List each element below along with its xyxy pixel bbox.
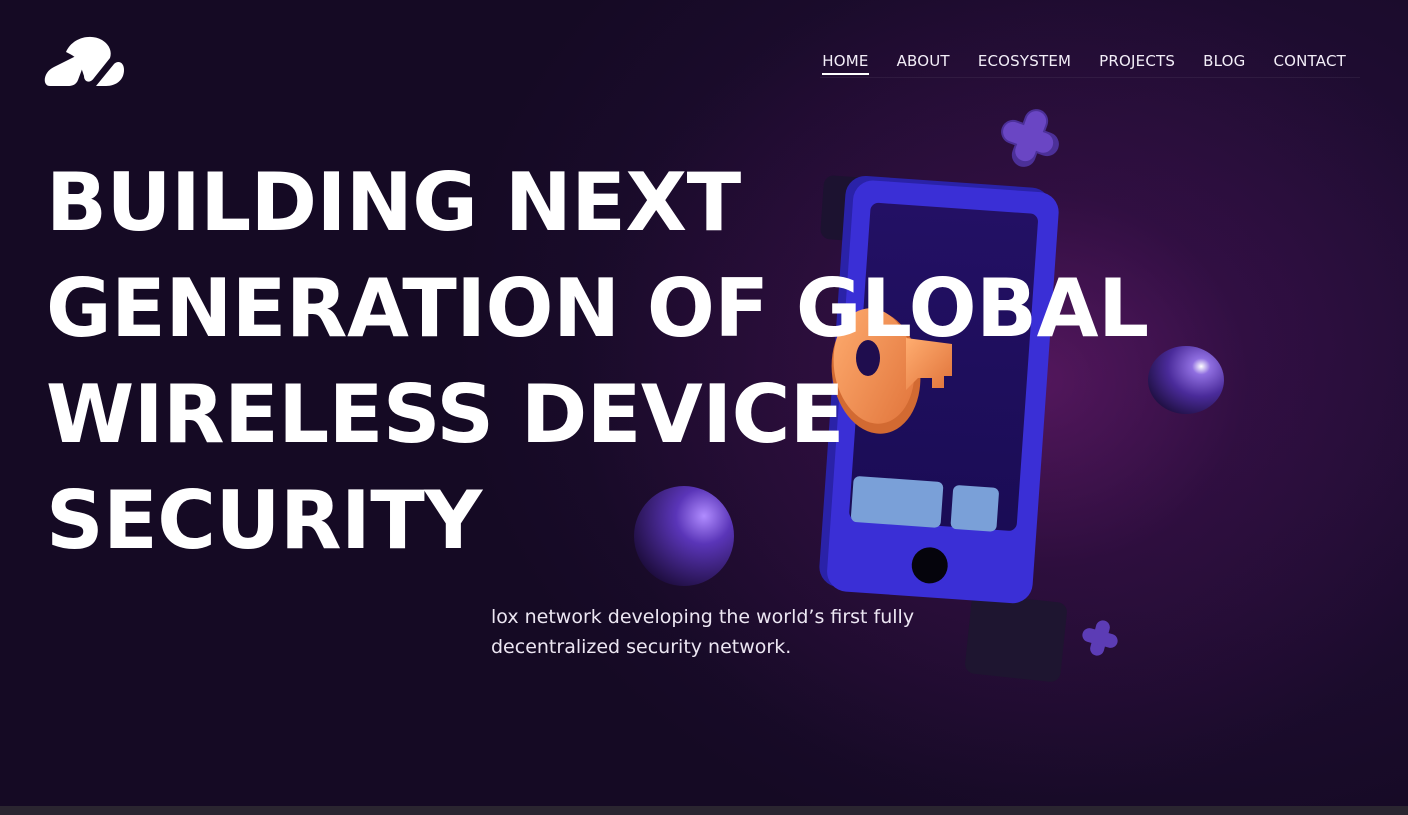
hero-headline: BUILDING NEXT GENERATION OF GLOBAL WIREL… [46, 150, 1149, 574]
small-cross-icon [1082, 620, 1118, 656]
purple-sphere-right [1148, 346, 1224, 414]
headline-line-2: GENERATION OF GLOBAL [46, 262, 1149, 355]
nav-projects[interactable]: PROJECTS [1099, 52, 1175, 74]
main-nav: HOME ABOUT ECOSYSTEM PROJECTS BLOG CONTA… [822, 52, 1346, 75]
hero-subtext: lox network developing the world’s first… [491, 606, 915, 658]
headline-line-1: BUILDING NEXT [46, 156, 741, 249]
brand-logo[interactable] [44, 34, 126, 90]
nav-contact[interactable]: CONTACT [1273, 52, 1346, 74]
headline-line-3: WIRELESS DEVICE [46, 368, 844, 461]
nav-divider [820, 77, 1360, 78]
floating-tile-bottom [965, 594, 1067, 682]
nav-home[interactable]: HOME [822, 52, 869, 75]
bottom-strip [0, 806, 1408, 815]
headline-line-4: SECURITY [46, 474, 482, 567]
nav-about[interactable]: ABOUT [897, 52, 950, 74]
nav-ecosystem[interactable]: ECOSYSTEM [978, 52, 1071, 74]
nav-blog[interactable]: BLOG [1203, 52, 1245, 74]
hero-section: HOME ABOUT ECOSYSTEM PROJECTS BLOG CONTA… [0, 0, 1408, 806]
